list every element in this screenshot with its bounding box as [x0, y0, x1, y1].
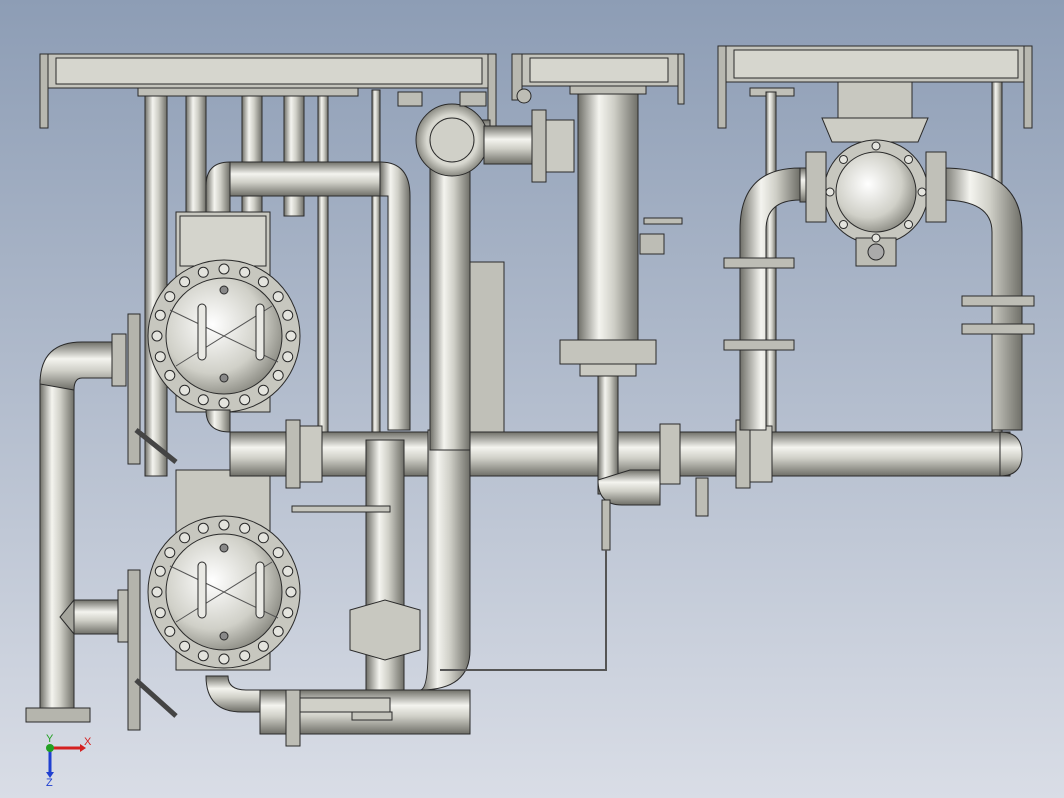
bolt — [151, 586, 163, 598]
bolt — [197, 394, 209, 406]
bolt — [239, 266, 251, 278]
piping-assembly-drawing: X Y Z — [0, 0, 1064, 798]
bolt — [239, 394, 251, 406]
bolt — [904, 154, 914, 164]
bolt — [164, 547, 176, 559]
bolt — [282, 309, 294, 321]
bolt — [218, 519, 230, 531]
bolt — [197, 266, 209, 278]
bolt — [179, 276, 191, 288]
bolt — [257, 640, 269, 652]
bolt — [272, 625, 284, 637]
y-axis-dot — [46, 744, 54, 752]
bolt — [164, 369, 176, 381]
bolt — [838, 154, 848, 164]
bolt — [197, 650, 209, 662]
cad-viewport[interactable]: X Y Z — [0, 0, 1064, 798]
bolt — [904, 220, 914, 230]
bolt — [154, 351, 166, 363]
bolt — [282, 607, 294, 619]
bolt — [179, 384, 191, 396]
x-axis-label: X — [84, 736, 92, 748]
bolt — [257, 532, 269, 544]
bolt — [239, 650, 251, 662]
bolt — [179, 532, 191, 544]
bolt — [218, 397, 230, 409]
bolt — [257, 384, 269, 396]
bolt — [151, 330, 163, 342]
bolt — [272, 547, 284, 559]
bolt — [164, 625, 176, 637]
bolt — [154, 309, 166, 321]
bolt — [285, 586, 297, 598]
bolt — [164, 291, 176, 303]
bolt — [218, 263, 230, 275]
bolt — [838, 220, 848, 230]
bolt — [154, 565, 166, 577]
vessel-dome-lower[interactable] — [147, 515, 301, 669]
bolt — [917, 187, 927, 197]
bolt — [282, 565, 294, 577]
bolt — [871, 233, 881, 243]
bolt — [272, 369, 284, 381]
bolt — [285, 330, 297, 342]
bolt — [179, 640, 191, 652]
z-axis-label: Z — [46, 777, 53, 789]
bolt — [282, 351, 294, 363]
bolt — [154, 607, 166, 619]
bolt — [239, 522, 251, 534]
bolt — [257, 276, 269, 288]
bolt — [197, 522, 209, 534]
control-panel-box[interactable] — [469, 261, 505, 433]
vessel-dome-upper[interactable] — [147, 259, 301, 413]
bolt — [272, 291, 284, 303]
bolt — [825, 187, 835, 197]
y-axis-label: Y — [46, 733, 54, 745]
bolt — [218, 653, 230, 665]
bolt — [871, 141, 881, 151]
